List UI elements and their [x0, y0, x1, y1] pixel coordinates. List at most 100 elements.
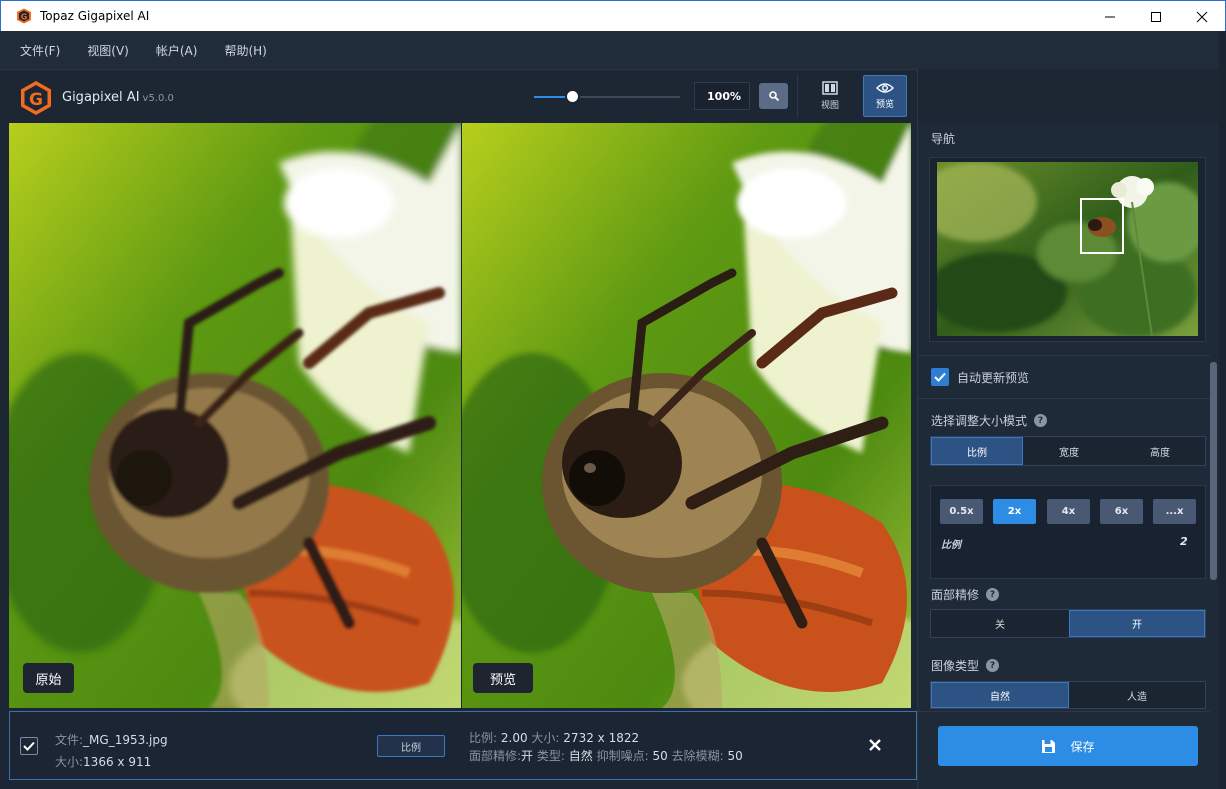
- face-refine-on[interactable]: 开: [1069, 610, 1205, 637]
- original-bee-image: [9, 123, 461, 708]
- file-size: 1366 x 911: [83, 755, 152, 769]
- preview-toggle-button[interactable]: 预览: [863, 75, 907, 117]
- magnifier-icon: [768, 91, 779, 102]
- sidebar-scrollbar[interactable]: [1210, 362, 1217, 580]
- type-summary-value: 自然: [568, 749, 593, 763]
- preview-image-label: 预览: [473, 663, 533, 693]
- file-name: _MG_1953.jpg: [83, 733, 168, 747]
- output-ratio-value: 2.00: [500, 731, 528, 745]
- resize-mode-width[interactable]: 宽度: [1023, 437, 1115, 465]
- auto-update-checkbox[interactable]: [931, 368, 949, 386]
- app-version: v5.0.0: [142, 93, 174, 104]
- zoom-level-field[interactable]: 100%: [694, 82, 750, 110]
- gigapixel-logo-icon: G: [21, 81, 51, 115]
- close-button[interactable]: [1179, 1, 1225, 32]
- close-icon: [1196, 11, 1208, 22]
- app-brand: Gigapixel AI v5.0.0: [62, 90, 174, 105]
- resize-mode-height[interactable]: 高度: [1115, 437, 1205, 465]
- image-type-label: 图像类型 ?: [931, 657, 1000, 674]
- navigator-viewport-rect[interactable]: [1080, 198, 1124, 254]
- image-type-selector: 自然 人造: [930, 681, 1206, 709]
- menu-account[interactable]: 帐户(A): [156, 42, 198, 59]
- view-mode-label: 视图: [820, 101, 839, 111]
- output-size-line: 比例: 2.00 大小: 2732 x 1822: [469, 729, 639, 746]
- maximize-button[interactable]: [1133, 1, 1179, 32]
- zoom-slider-handle[interactable]: [564, 89, 580, 104]
- view-mode-button[interactable]: 视图: [808, 75, 852, 117]
- output-size-value: 2732 x 1822: [563, 731, 640, 745]
- menu-bar: 文件(F) 视图(V) 帐户(A) 帮助(H): [0, 31, 1226, 69]
- original-image-panel[interactable]: [9, 123, 461, 708]
- preview-toggle-label: 预览: [875, 100, 894, 110]
- output-ratio-label: 比例:: [469, 731, 498, 745]
- face-refine-off[interactable]: 关: [931, 610, 1069, 637]
- viewer-gutter: [0, 123, 9, 708]
- navigator-title: 导航: [931, 132, 956, 146]
- face-refine-title: 面部精修: [931, 588, 980, 602]
- auto-update-label: 自动更新预览: [957, 371, 1030, 385]
- noise-summary-value: 50: [652, 749, 668, 763]
- close-icon: [869, 739, 881, 751]
- image-type-title: 图像类型: [931, 659, 980, 673]
- navigator-thumbnail-image: [937, 162, 1198, 336]
- window-title: Topaz Gigapixel AI: [40, 9, 150, 23]
- scale-option-2x[interactable]: 2x: [993, 499, 1036, 524]
- original-image-label: 原始: [23, 663, 74, 693]
- output-size-label: 大小:: [531, 731, 560, 745]
- sidebar-divider: [918, 398, 1210, 399]
- scale-option-4x[interactable]: 4x: [1047, 499, 1090, 524]
- help-icon[interactable]: ?: [986, 659, 1000, 672]
- file-select-checkbox[interactable]: [20, 737, 38, 755]
- menu-view[interactable]: 视图(V): [87, 42, 129, 59]
- window-right-edge: [1219, 31, 1226, 789]
- zoom-fit-button[interactable]: [759, 83, 788, 109]
- minimize-button[interactable]: [1087, 1, 1133, 32]
- brand-name: Gigapixel AI: [62, 90, 140, 105]
- minimize-icon: [1105, 16, 1115, 17]
- blur-summary-label: 去除模糊:: [671, 749, 724, 763]
- file-name-label: 文件:: [55, 733, 84, 747]
- face-refine-summary-value: 开: [521, 749, 534, 763]
- menu-file[interactable]: 文件(F): [20, 42, 60, 59]
- remove-file-button[interactable]: [866, 736, 884, 754]
- sidebar-header: [917, 69, 1219, 123]
- floppy-disk-icon: [1042, 739, 1056, 753]
- file-mode-badge: 比例: [377, 735, 445, 757]
- help-icon[interactable]: ?: [1034, 414, 1048, 427]
- eye-icon: [876, 83, 894, 93]
- scale-option-6x[interactable]: 6x: [1100, 499, 1143, 524]
- save-button[interactable]: 保存: [938, 726, 1198, 766]
- checkmark-icon: [934, 372, 946, 382]
- scale-option-0-5x[interactable]: 0.5x: [940, 499, 983, 524]
- save-button-label: 保存: [1070, 739, 1095, 754]
- ratio-value[interactable]: 2: [1180, 535, 1188, 548]
- resize-mode-label: 选择调整大小模式 ?: [931, 412, 1048, 429]
- blur-summary-value: 50: [727, 749, 743, 763]
- split-view-icon: [822, 81, 838, 95]
- file-size-line: 大小:1366 x 911: [55, 753, 151, 770]
- scale-option-custom[interactable]: ...x: [1153, 499, 1196, 524]
- svg-text:G: G: [21, 13, 28, 22]
- preview-image-panel[interactable]: [462, 123, 911, 708]
- maximize-icon: [1151, 11, 1161, 22]
- checkmark-icon: [23, 741, 35, 751]
- help-icon[interactable]: ?: [986, 588, 1000, 601]
- output-settings-line: 面部精修:开 类型: 自然 抑制噪点: 50 去除模糊: 50: [469, 747, 743, 764]
- toolbar-separator: [797, 74, 798, 118]
- title-bar: G Topaz Gigapixel AI: [0, 0, 1226, 31]
- sidebar-divider: [918, 355, 1210, 356]
- resize-mode-title: 选择调整大小模式: [931, 414, 1028, 428]
- sidebar-divider: [918, 711, 1210, 712]
- resize-mode-selector: 比例 宽度 高度: [930, 436, 1206, 466]
- resize-mode-scale[interactable]: 比例: [931, 437, 1023, 465]
- image-type-natural[interactable]: 自然: [931, 682, 1069, 708]
- face-refine-label: 面部精修 ?: [931, 586, 1000, 603]
- navigator-thumbnail[interactable]: [937, 162, 1198, 336]
- ratio-label: 比例: [941, 540, 961, 551]
- face-refine-summary-label: 面部精修:: [469, 749, 522, 763]
- menu-help[interactable]: 帮助(H): [224, 42, 266, 59]
- image-type-artificial[interactable]: 人造: [1069, 682, 1205, 708]
- app-logo-icon: G: [17, 8, 31, 24]
- type-summary-label: 类型:: [536, 749, 565, 763]
- file-name-line: 文件:_MG_1953.jpg: [55, 731, 168, 748]
